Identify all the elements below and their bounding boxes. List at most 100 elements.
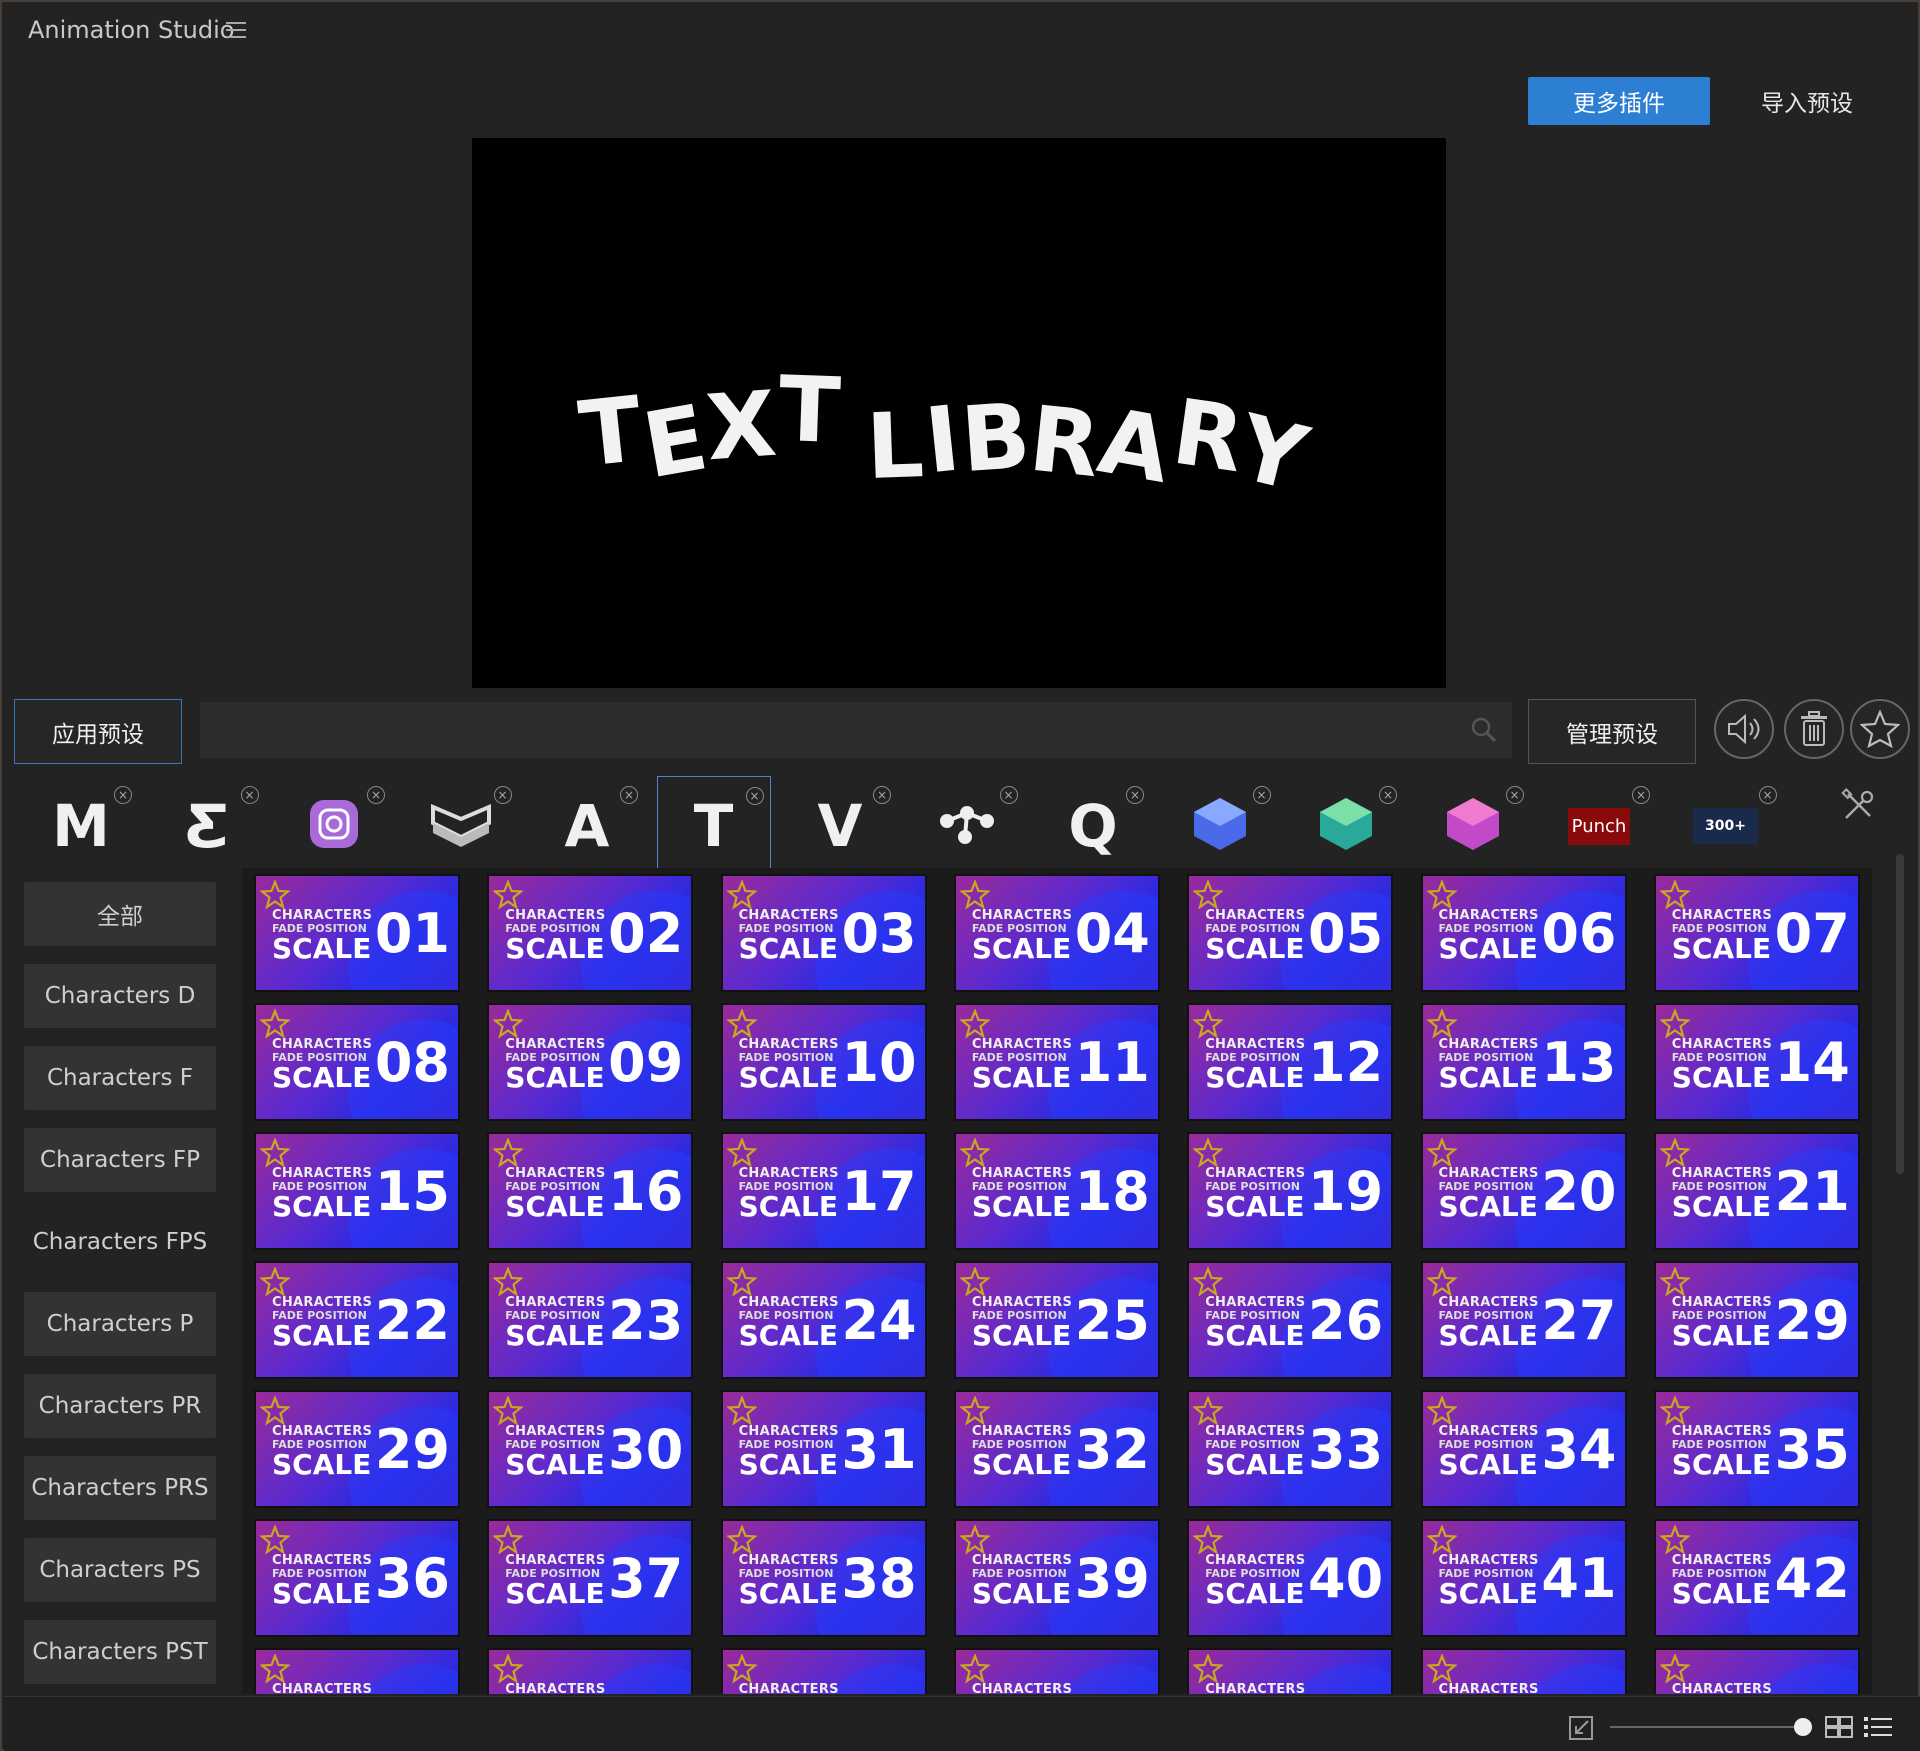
preset-tile[interactable]: CHARACTERS FADE POSITION SCALE 25: [953, 1261, 1160, 1379]
preset-tile[interactable]: CHARACTERS FADE POSITION SCALE 10: [720, 1003, 927, 1121]
preset-tile[interactable]: CHARACTERS FADE POSITION SCALE 33: [1187, 1390, 1394, 1508]
plugin-tab[interactable]: 300+ ×: [1669, 776, 1783, 876]
favorite-star-icon[interactable]: [726, 1267, 757, 1297]
preset-tile[interactable]: CHARACTERS FADE POSITION SCALE 18: [953, 1132, 1160, 1250]
preset-tile[interactable]: CHARACTERS FADE POSITION SCALE 27: [1420, 1261, 1627, 1379]
favorite-star-icon[interactable]: [1193, 1525, 1224, 1555]
favorite-star-icon[interactable]: [1659, 880, 1690, 910]
category-item[interactable]: Characters P: [24, 1292, 216, 1356]
fit-size-icon[interactable]: [1568, 1715, 1594, 1741]
preset-tile[interactable]: CHARACTERS FADE POSITION SCALE 19: [1187, 1132, 1394, 1250]
preset-tile[interactable]: CHARACTERS FADE POSITION SCALE 20: [1420, 1132, 1627, 1250]
preset-tile[interactable]: CHARACTERS FADE POSITION SCALE 38: [720, 1519, 927, 1637]
plugin-tab[interactable]: ×: [1289, 776, 1403, 876]
favorite-star-icon[interactable]: [959, 1396, 990, 1426]
remove-plugin-icon[interactable]: ×: [493, 786, 512, 804]
favorite-star-icon[interactable]: [1193, 1138, 1224, 1168]
preset-tile[interactable]: CHARACTERS FADE POSITION SCALE 21: [1653, 1132, 1860, 1250]
remove-plugin-icon[interactable]: ×: [1505, 786, 1524, 804]
favorite-star-icon[interactable]: [493, 880, 524, 910]
favorite-star-icon[interactable]: [260, 1138, 290, 1168]
remove-plugin-icon[interactable]: ×: [1252, 786, 1271, 804]
favorite-star-icon[interactable]: [1659, 1009, 1690, 1039]
favorite-star-icon[interactable]: [1659, 1267, 1690, 1297]
preset-tile[interactable]: CHARACTERS FADE POSITION SCALE 02: [487, 874, 694, 992]
import-presets-button[interactable]: 导入预设: [1742, 77, 1872, 125]
preset-tile[interactable]: CHARACTERS FADE POSITION SCALE 07: [1653, 874, 1860, 992]
preset-tile[interactable]: CHARACTERS FADE POSITION SCALE 29: [1653, 1261, 1860, 1379]
preset-tile[interactable]: CHARACTERS FADE POSITION SCALE 13: [1420, 1003, 1627, 1121]
preset-tile[interactable]: CHARACTERSFADE POSITIONSCALE: [487, 1648, 694, 1694]
favorite-star-icon[interactable]: [959, 1525, 990, 1555]
preset-tile[interactable]: CHARACTERSFADE POSITIONSCALE: [1653, 1648, 1860, 1694]
favorite-star-icon[interactable]: [726, 1396, 757, 1426]
plugin-tab[interactable]: Punch ×: [1542, 776, 1656, 876]
favorite-star-icon[interactable]: [1193, 1009, 1224, 1039]
favorite-star-icon[interactable]: [493, 1267, 524, 1297]
manage-presets-button[interactable]: 管理预设: [1528, 699, 1696, 764]
remove-plugin-icon[interactable]: ×: [873, 786, 891, 804]
plugin-tab[interactable]: Ƹ ×: [151, 776, 265, 876]
preset-tile[interactable]: CHARACTERS FADE POSITION SCALE 24: [720, 1261, 927, 1379]
preset-tile[interactable]: CHARACTERS FADE POSITION SCALE 35: [1653, 1390, 1860, 1508]
preset-tile[interactable]: CHARACTERS FADE POSITION SCALE 36: [254, 1519, 460, 1637]
category-item[interactable]: Characters PRS: [24, 1456, 216, 1520]
favorite-star-icon[interactable]: [260, 1267, 290, 1297]
plugin-tab[interactable]: ×: [1416, 776, 1530, 876]
preset-tile[interactable]: CHARACTERS FADE POSITION SCALE 17: [720, 1132, 927, 1250]
remove-plugin-icon[interactable]: ×: [367, 786, 385, 804]
favorite-star-icon[interactable]: [1193, 880, 1224, 910]
plugin-tab[interactable]: Q ×: [1036, 776, 1150, 876]
remove-plugin-icon[interactable]: ×: [114, 786, 132, 804]
category-item[interactable]: Characters PST: [24, 1620, 216, 1684]
plugin-tab[interactable]: ×: [277, 776, 391, 876]
plugin-tab[interactable]: V ×: [783, 776, 897, 876]
favorite-star-icon[interactable]: [260, 1525, 290, 1555]
preset-tile[interactable]: CHARACTERS FADE POSITION SCALE 12: [1187, 1003, 1394, 1121]
preset-tile[interactable]: CHARACTERS FADE POSITION SCALE 09: [487, 1003, 694, 1121]
favorite-star-icon[interactable]: [1426, 1525, 1457, 1555]
favorite-star-icon[interactable]: [726, 1525, 757, 1555]
favorite-star-icon[interactable]: [1659, 1525, 1690, 1555]
apply-presets-button[interactable]: 应用预设: [14, 699, 182, 764]
more-plugins-button[interactable]: 更多插件: [1528, 77, 1710, 125]
remove-plugin-icon[interactable]: ×: [620, 786, 638, 804]
grid-scrollbar[interactable]: [1894, 854, 1906, 1692]
plugin-tab[interactable]: A ×: [530, 776, 644, 876]
favorite-star-icon[interactable]: [1426, 1654, 1457, 1684]
favorite-star-icon[interactable]: [493, 1009, 524, 1039]
search-input[interactable]: [200, 702, 1512, 758]
preset-tile[interactable]: CHARACTERS FADE POSITION SCALE 01: [254, 874, 460, 992]
favorite-star-icon[interactable]: [1659, 1654, 1690, 1684]
favorite-star-icon[interactable]: [726, 1654, 757, 1684]
favorite-star-icon[interactable]: [260, 1009, 290, 1039]
favorite-star-icon[interactable]: [726, 1009, 757, 1039]
preset-tile[interactable]: CHARACTERS FADE POSITION SCALE 31: [720, 1390, 927, 1508]
favorite-star-icon[interactable]: [959, 1138, 990, 1168]
preset-tile[interactable]: CHARACTERSFADE POSITIONSCALE: [1187, 1648, 1394, 1694]
preset-tile[interactable]: CHARACTERS FADE POSITION SCALE 41: [1420, 1519, 1627, 1637]
category-item[interactable]: 全部: [24, 882, 216, 946]
remove-plugin-icon[interactable]: ×: [240, 786, 259, 804]
category-item[interactable]: Characters FPS: [24, 1210, 216, 1274]
preset-tile[interactable]: CHARACTERS FADE POSITION SCALE 11: [953, 1003, 1160, 1121]
preset-tile[interactable]: CHARACTERS FADE POSITION SCALE 04: [953, 874, 1160, 992]
plugin-tab[interactable]: ×: [1163, 776, 1277, 876]
thumbnail-size-slider[interactable]: [1610, 1726, 1808, 1728]
remove-plugin-icon[interactable]: ×: [745, 787, 764, 805]
remove-plugin-icon[interactable]: ×: [1758, 786, 1777, 804]
plugin-tab[interactable]: ×: [910, 776, 1024, 876]
preset-tile[interactable]: CHARACTERS FADE POSITION SCALE 40: [1187, 1519, 1394, 1637]
remove-plugin-icon[interactable]: ×: [1632, 786, 1650, 804]
favorite-star-icon[interactable]: [260, 1654, 290, 1684]
favorite-star-icon[interactable]: [1659, 1396, 1690, 1426]
favorite-star-icon[interactable]: [493, 1396, 524, 1426]
favorite-star-icon[interactable]: [1426, 1396, 1457, 1426]
category-item[interactable]: Characters F: [24, 1046, 216, 1110]
preset-tile[interactable]: CHARACTERS FADE POSITION SCALE 14: [1653, 1003, 1860, 1121]
delete-button[interactable]: [1784, 699, 1844, 759]
favorite-star-icon[interactable]: [1659, 1138, 1690, 1168]
preset-tile[interactable]: CHARACTERS FADE POSITION SCALE 26: [1187, 1261, 1394, 1379]
favorite-star-icon[interactable]: [1193, 1396, 1224, 1426]
preset-tile[interactable]: CHARACTERS FADE POSITION SCALE 08: [254, 1003, 460, 1121]
